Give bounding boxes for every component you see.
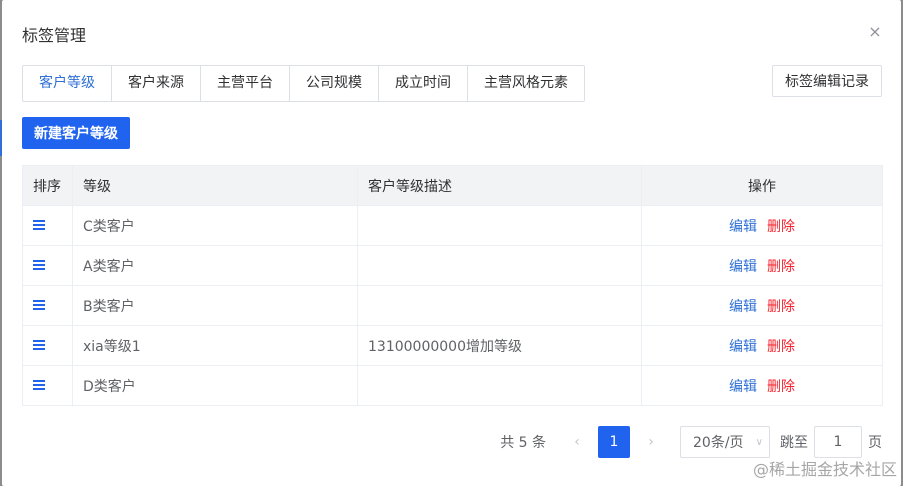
edit-link[interactable]: 编辑 xyxy=(729,219,757,235)
jump-page-input[interactable] xyxy=(814,426,862,458)
header-desc: 客户等级描述 xyxy=(357,165,642,206)
next-page-icon[interactable]: › xyxy=(636,426,666,458)
level-cell: C类客户 xyxy=(72,205,358,246)
edit-history-button[interactable]: 标签编辑记录 xyxy=(772,65,882,97)
drag-handle-icon[interactable] xyxy=(33,379,45,390)
header-op: 操作 xyxy=(641,165,883,206)
edit-link[interactable]: 编辑 xyxy=(729,299,757,315)
delete-link[interactable]: 删除 xyxy=(767,339,795,355)
level-cell: xia等级1 xyxy=(72,325,358,366)
tab-main-platform[interactable]: 主营平台 xyxy=(201,66,290,101)
tab-bar: 客户等级 客户来源 主营平台 公司规模 成立时间 主营风格元素 xyxy=(22,65,585,102)
delete-link[interactable]: 删除 xyxy=(767,219,795,235)
pagination: 共 5 条 ‹ 1 › 20条/页 ∨ 跳至 页 xyxy=(500,426,882,458)
desc-cell xyxy=(357,365,642,406)
close-icon[interactable]: × xyxy=(867,24,883,40)
table-header-row: 排序 等级 客户等级描述 操作 xyxy=(22,165,883,206)
drag-handle-icon[interactable] xyxy=(33,259,45,270)
tab-customer-source[interactable]: 客户来源 xyxy=(112,66,201,101)
level-cell: B类客户 xyxy=(72,285,358,326)
drag-handle-icon[interactable] xyxy=(33,219,45,230)
header-level: 等级 xyxy=(72,165,358,206)
delete-link[interactable]: 删除 xyxy=(767,379,795,395)
drag-handle-icon[interactable] xyxy=(33,299,45,310)
customer-level-table: 排序 等级 客户等级描述 操作 C类客户 编辑 删除 A类客户 编辑 删除 B类客 xyxy=(22,165,883,406)
desc-cell xyxy=(357,205,642,246)
page-suffix: 页 xyxy=(868,435,882,451)
page-size-value: 20条/页 xyxy=(693,435,744,451)
tag-management-dialog: 标签管理 × 客户等级 客户来源 主营平台 公司规模 成立时间 主营风格元素 标… xyxy=(2,0,901,486)
tab-style-elements[interactable]: 主营风格元素 xyxy=(468,66,584,101)
edit-link[interactable]: 编辑 xyxy=(729,379,757,395)
tab-company-size[interactable]: 公司规模 xyxy=(290,66,379,101)
desc-cell xyxy=(357,245,642,286)
edit-link[interactable]: 编辑 xyxy=(729,259,757,275)
table-row: xia等级1 13100000000增加等级 编辑 删除 xyxy=(22,325,883,366)
delete-link[interactable]: 删除 xyxy=(767,299,795,315)
new-customer-level-button[interactable]: 新建客户等级 xyxy=(22,117,130,149)
table-row: B类客户 编辑 删除 xyxy=(22,285,883,326)
desc-cell xyxy=(357,285,642,326)
delete-link[interactable]: 删除 xyxy=(767,259,795,275)
dialog-title: 标签管理 xyxy=(22,26,87,45)
table-row: D类客户 编辑 删除 xyxy=(22,365,883,406)
header-sort: 排序 xyxy=(22,165,73,206)
table-row: A类客户 编辑 删除 xyxy=(22,245,883,286)
page-number-current[interactable]: 1 xyxy=(598,426,630,458)
prev-page-icon[interactable]: ‹ xyxy=(562,426,592,458)
level-cell: A类客户 xyxy=(72,245,358,286)
drag-handle-icon[interactable] xyxy=(33,339,45,350)
level-cell: D类客户 xyxy=(72,365,358,406)
desc-cell: 13100000000增加等级 xyxy=(357,325,642,366)
tab-founded-time[interactable]: 成立时间 xyxy=(379,66,468,101)
edit-link[interactable]: 编辑 xyxy=(729,339,757,355)
watermark: @稀土掘金技术社区 xyxy=(752,460,897,479)
page-size-select[interactable]: 20条/页 ∨ xyxy=(680,426,770,458)
jump-label: 跳至 xyxy=(780,435,808,451)
pagination-total: 共 5 条 xyxy=(500,435,546,451)
chevron-down-icon: ∨ xyxy=(755,436,763,448)
tab-customer-level[interactable]: 客户等级 xyxy=(23,66,112,101)
table-row: C类客户 编辑 删除 xyxy=(22,205,883,246)
